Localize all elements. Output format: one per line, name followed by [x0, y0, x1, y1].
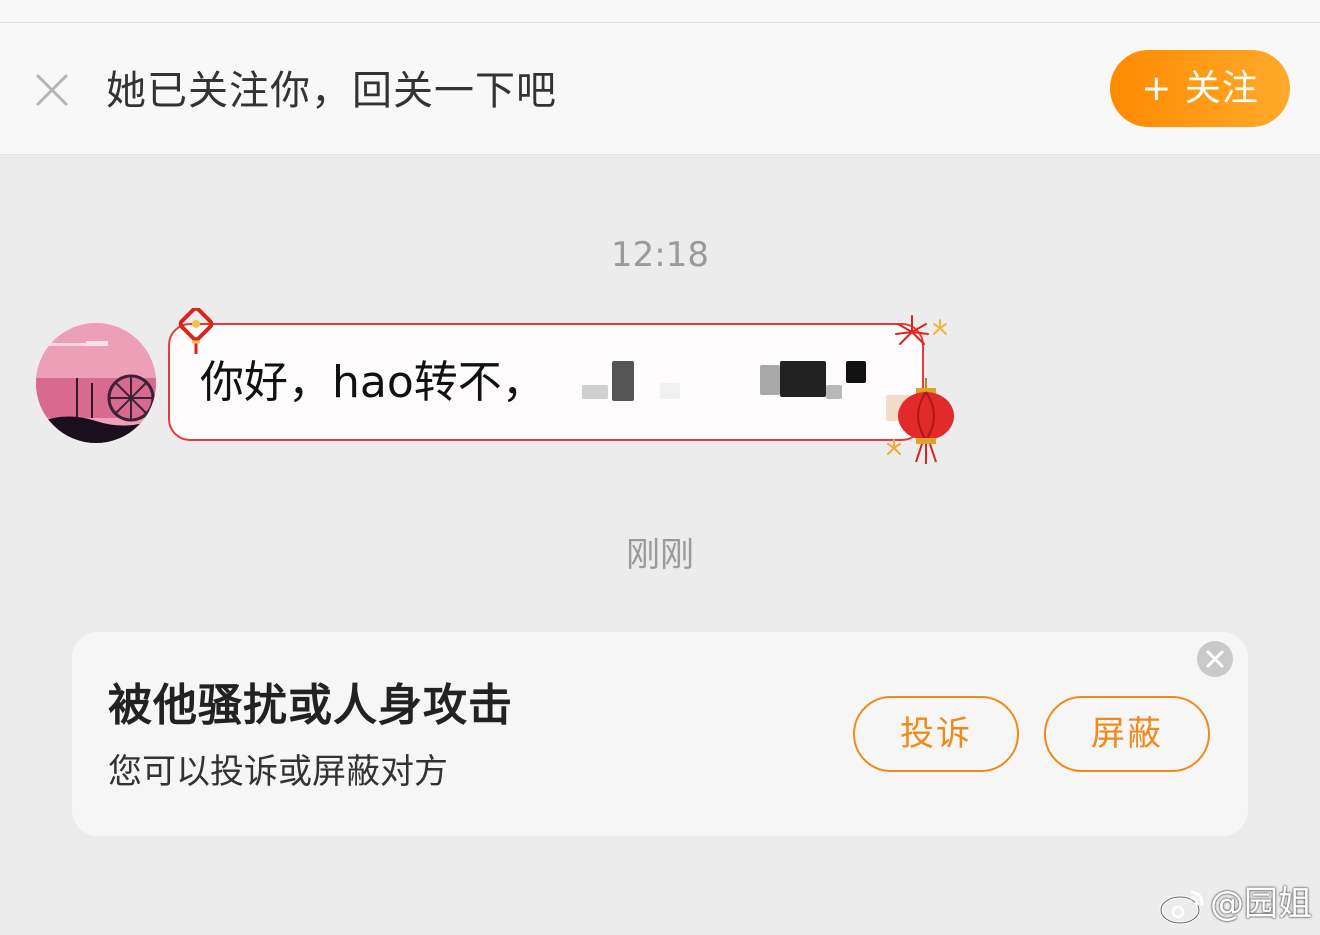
report-button[interactable]: 投诉 [853, 696, 1019, 772]
message-timestamp: 12:18 [611, 235, 709, 275]
block-button[interactable]: 屏蔽 [1044, 696, 1210, 772]
harassment-notice-card: 被他骚扰或人身攻击 您可以投诉或屏蔽对方 投诉 屏蔽 [72, 632, 1248, 836]
harassment-title: 被他骚扰或人身攻击 [108, 680, 513, 731]
message-text: 你好，hao转不， [200, 357, 546, 408]
redacted-content [582, 385, 608, 399]
redacted-content [612, 361, 634, 401]
close-icon[interactable] [1197, 641, 1233, 677]
close-icon[interactable] [33, 71, 71, 109]
redacted-content [846, 361, 866, 383]
lantern-icon [887, 378, 954, 464]
redacted-content [760, 365, 780, 395]
follow-back-prompt: 她已关注你，回关一下吧 [106, 68, 557, 114]
harassment-subtitle: 您可以投诉或屏蔽对方 [108, 752, 448, 792]
redacted-content [780, 361, 826, 397]
firework-icon [895, 315, 947, 345]
redacted-content [660, 383, 680, 399]
follow-button[interactable]: + 关注 [1110, 50, 1290, 127]
chinese-knot-icon [178, 308, 214, 354]
follow-back-banner: 她已关注你，回关一下吧 + 关注 [0, 23, 1320, 155]
recent-timestamp: 刚刚 [626, 535, 694, 575]
watermark-text: @园姐 [1210, 884, 1312, 924]
message-bubble[interactable]: 你好，hao转不， [168, 323, 924, 441]
avatar[interactable] [36, 323, 156, 443]
redacted-content [826, 385, 842, 399]
status-strip [0, 0, 1320, 23]
weibo-logo-icon [1159, 890, 1204, 925]
